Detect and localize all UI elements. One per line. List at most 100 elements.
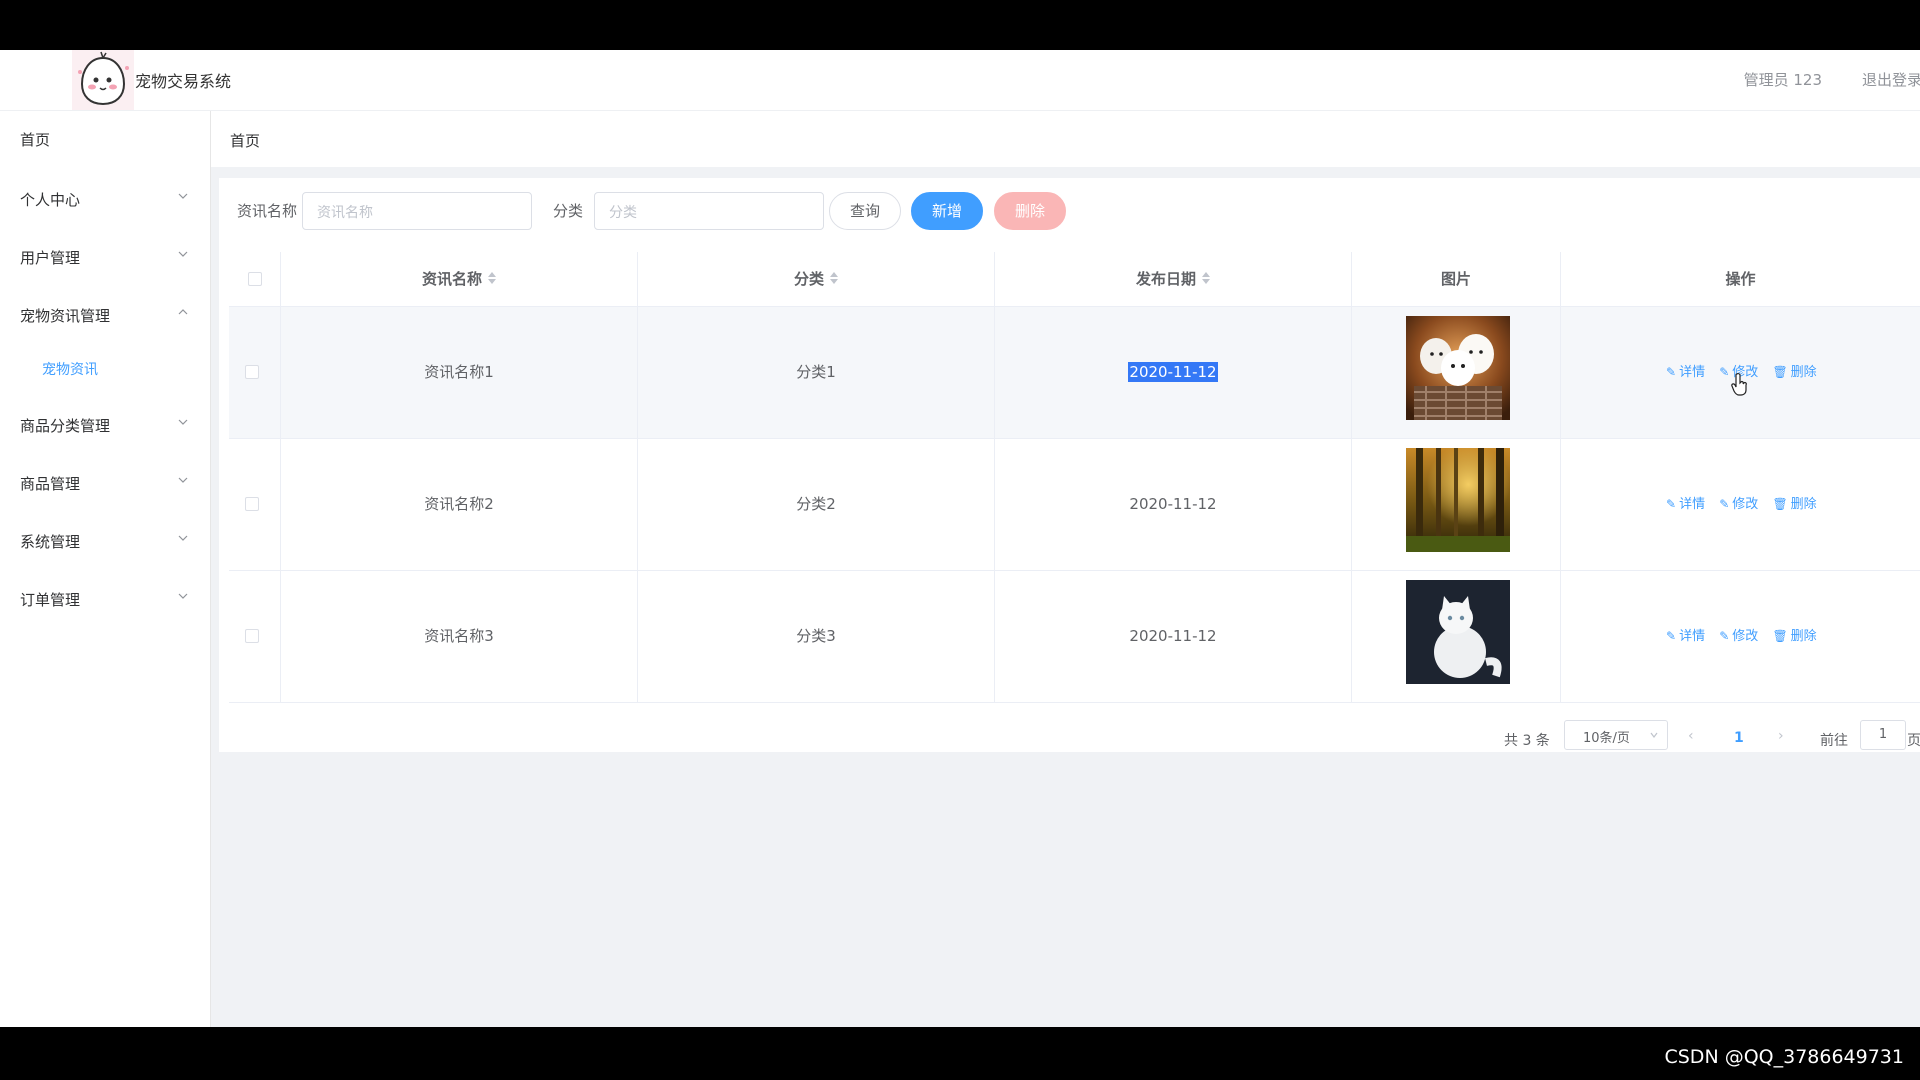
row-actions: ✎ 详情 ✎ 修改 🗑 删除 (1666, 571, 1827, 702)
category-cell: 分类1 (638, 307, 995, 438)
chevron-down-icon (178, 535, 188, 541)
sort-icon[interactable] (488, 272, 496, 286)
app-title: 宠物交易系统 (135, 72, 232, 91)
trash-icon: 🗑 (1772, 629, 1788, 643)
prev-page-icon[interactable]: ‹ (1688, 728, 1694, 758)
edit-icon: ✎ (1666, 497, 1677, 511)
chevron-down-icon (178, 477, 188, 483)
sidebar-item-orders-mgmt[interactable]: 订单管理 (0, 579, 210, 619)
sidebar-subitem-pet-news[interactable]: 宠物资讯 (0, 349, 210, 389)
chevron-down-icon (178, 193, 188, 199)
row-checkbox[interactable] (245, 365, 259, 379)
sidebar-item-users[interactable]: 用户管理 (0, 237, 210, 277)
column-header-category[interactable]: 分类 (638, 252, 995, 306)
chevron-down-icon (178, 593, 188, 599)
sidebar-item-pet-news-mgmt[interactable]: 宠物资讯管理 (0, 295, 210, 335)
list-card: 资讯名称 资讯名称 分类 分类 查询 新增 删除 资讯名称 分类 发布日期 图片 (219, 178, 1920, 752)
column-header-label: 资讯名称 (421, 270, 482, 288)
category-filter-input[interactable]: 分类 (594, 192, 824, 230)
delete-link[interactable]: 🗑 删除 (1772, 307, 1816, 438)
chevron-up-icon (178, 309, 188, 315)
table-row: 资讯名称1 分类1 2020-11-12 ✎ 详情 ✎ 修改 🗑 删除 (229, 307, 1920, 439)
sidebar-item-label: 个人中心 (20, 191, 81, 209)
column-header-label: 分类 (793, 270, 824, 288)
date-cell: 2020-11-12 (995, 307, 1352, 438)
name-filter-label: 资讯名称 (237, 202, 298, 220)
trash-icon: 🗑 (1772, 365, 1788, 379)
sort-icon[interactable] (1202, 272, 1210, 286)
edit-icon: ✎ (1719, 497, 1730, 511)
sidebar-item-category-mgmt[interactable]: 商品分类管理 (0, 405, 210, 445)
detail-label: 详情 (1679, 365, 1706, 380)
delete-label: 删除 (1790, 497, 1817, 512)
sort-icon[interactable] (830, 272, 838, 286)
column-header-label: 发布日期 (1135, 270, 1196, 288)
category-cell: 分类2 (638, 439, 995, 570)
hand-cursor-icon (1731, 372, 1747, 396)
column-header-label: 操作 (1725, 270, 1756, 288)
detail-link[interactable]: ✎ 详情 (1666, 571, 1705, 702)
selected-date-text: 2020-11-12 (1128, 362, 1218, 382)
select-all-cell (229, 252, 281, 306)
row-select-cell (229, 439, 281, 570)
category-filter-label: 分类 (553, 202, 584, 220)
delete-label: 删除 (1790, 365, 1817, 380)
sidebar-item-goods-mgmt[interactable]: 商品管理 (0, 463, 210, 503)
chevron-down-icon (1650, 732, 1658, 738)
column-header-date[interactable]: 发布日期 (995, 252, 1352, 306)
detail-label: 详情 (1679, 497, 1706, 512)
news-name-cell: 资讯名称3 (281, 571, 638, 702)
page-size-select[interactable]: 10条/页 (1564, 720, 1668, 750)
detail-label: 详情 (1679, 629, 1706, 644)
sidebar-item-profile[interactable]: 个人中心 (0, 179, 210, 219)
batch-delete-button[interactable]: 删除 (994, 192, 1066, 230)
main-content: 首页 资讯名称 资讯名称 分类 分类 查询 新增 删除 资讯名称 分类 发布日期… (211, 111, 1920, 1027)
add-button[interactable]: 新增 (911, 192, 983, 230)
delete-link[interactable]: 🗑 删除 (1772, 571, 1816, 702)
total-count: 共 3 条 (1504, 733, 1550, 749)
edit-icon: ✎ (1719, 365, 1730, 379)
sidebar-menu: 首页 个人中心 用户管理 宠物资讯管理 宠物资讯 商品分类管理 商品管理 系统管… (0, 111, 211, 1027)
column-header-name[interactable]: 资讯名称 (281, 252, 638, 306)
delete-label: 删除 (1790, 629, 1817, 644)
logo-icon (72, 50, 134, 110)
top-header: 宠物交易系统 管理员 123 退出登录 (0, 50, 1920, 111)
sidebar-subitem-label: 宠物资讯 (42, 362, 98, 378)
puppies-photo (1406, 316, 1510, 420)
breadcrumb-bar: 首页 (211, 111, 1920, 167)
breadcrumb[interactable]: 首页 (230, 130, 260, 151)
delete-link[interactable]: 🗑 删除 (1772, 439, 1816, 570)
sidebar-item-home[interactable]: 首页 (0, 119, 210, 159)
chevron-down-icon (178, 251, 188, 257)
date-cell: 2020-11-12 (995, 571, 1352, 702)
page-suffix: 页 (1907, 733, 1920, 749)
detail-link[interactable]: ✎ 详情 (1666, 307, 1705, 438)
next-page-icon[interactable]: › (1778, 728, 1784, 758)
trash-icon: 🗑 (1772, 497, 1788, 511)
letterbox-bottom (0, 1027, 1920, 1080)
sidebar-item-label: 系统管理 (20, 533, 81, 551)
edit-link[interactable]: ✎ 修改 (1719, 439, 1758, 570)
edit-label: 修改 (1732, 497, 1759, 512)
table-header: 资讯名称 分类 发布日期 图片 操作 (229, 252, 1920, 307)
query-button[interactable]: 查询 (829, 192, 901, 230)
name-filter-input[interactable]: 资讯名称 (302, 192, 532, 230)
admin-username: 管理员 123 (1743, 71, 1822, 89)
edit-link[interactable]: ✎ 修改 (1719, 571, 1758, 702)
news-name-cell: 资讯名称1 (281, 307, 638, 438)
column-header-image: 图片 (1352, 252, 1561, 306)
row-checkbox[interactable] (245, 497, 259, 511)
sidebar-item-label: 首页 (20, 131, 51, 149)
edit-icon: ✎ (1666, 365, 1677, 379)
row-actions: ✎ 详情 ✎ 修改 🗑 删除 (1666, 439, 1827, 570)
sidebar-item-system-mgmt[interactable]: 系统管理 (0, 521, 210, 561)
sidebar-item-label: 宠物资讯管理 (20, 307, 111, 325)
sidebar-item-label: 用户管理 (20, 249, 81, 267)
select-all-checkbox[interactable] (248, 272, 262, 286)
logout-link[interactable]: 退出登录 (1862, 69, 1920, 90)
row-select-cell (229, 571, 281, 702)
detail-link[interactable]: ✎ 详情 (1666, 439, 1705, 570)
goto-page-input[interactable]: 1 (1860, 720, 1906, 750)
current-page[interactable]: 1 (1734, 730, 1744, 760)
row-checkbox[interactable] (245, 629, 259, 643)
